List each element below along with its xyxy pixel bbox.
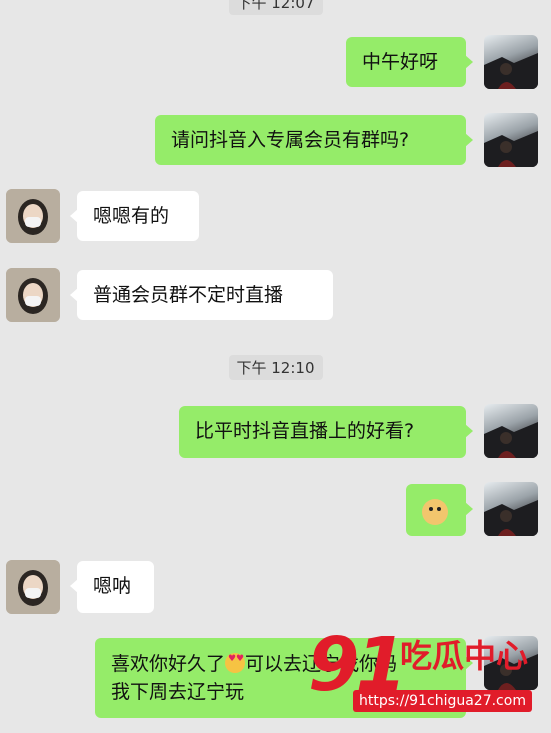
avatar-me[interactable] bbox=[484, 35, 538, 89]
avatar-contact[interactable] bbox=[6, 189, 60, 243]
message-text: 喜欢你好久了 bbox=[111, 653, 226, 675]
timestamp-top: 下午 12:07 bbox=[228, 0, 323, 15]
message-bubble-me[interactable] bbox=[406, 484, 473, 536]
message-text: 我下周去辽宁玩 bbox=[111, 681, 245, 703]
avatar-contact[interactable] bbox=[6, 560, 60, 614]
message-bubble-other[interactable]: 普通会员群不定时直播 bbox=[70, 270, 333, 320]
message-bubble-me[interactable]: 请问抖音入专属会员有群吗? bbox=[155, 115, 473, 165]
message-bubble-me[interactable]: 中午好呀 bbox=[346, 37, 473, 87]
avatar-contact[interactable] bbox=[6, 268, 60, 322]
timestamp-mid: 下午 12:10 bbox=[228, 355, 323, 380]
doge-emoji-icon bbox=[422, 498, 448, 525]
message-bubble-other[interactable]: 嗯嗯有的 bbox=[70, 191, 199, 241]
avatar-me[interactable] bbox=[484, 636, 538, 690]
avatar-me[interactable] bbox=[484, 113, 538, 167]
message-bubble-me[interactable]: 比平时抖音直播上的好看? bbox=[179, 406, 473, 458]
avatar-me[interactable] bbox=[484, 482, 538, 536]
message-bubble-other[interactable]: 嗯呐 bbox=[70, 561, 154, 613]
heart-eyes-emoji-icon bbox=[225, 653, 246, 673]
message-bubble-me[interactable]: 喜欢你好久了可以去辽宁找你吗 我下周去辽宁玩 bbox=[95, 638, 473, 718]
avatar-me[interactable] bbox=[484, 404, 538, 458]
message-text: 可以去辽宁找你吗 bbox=[245, 653, 398, 675]
